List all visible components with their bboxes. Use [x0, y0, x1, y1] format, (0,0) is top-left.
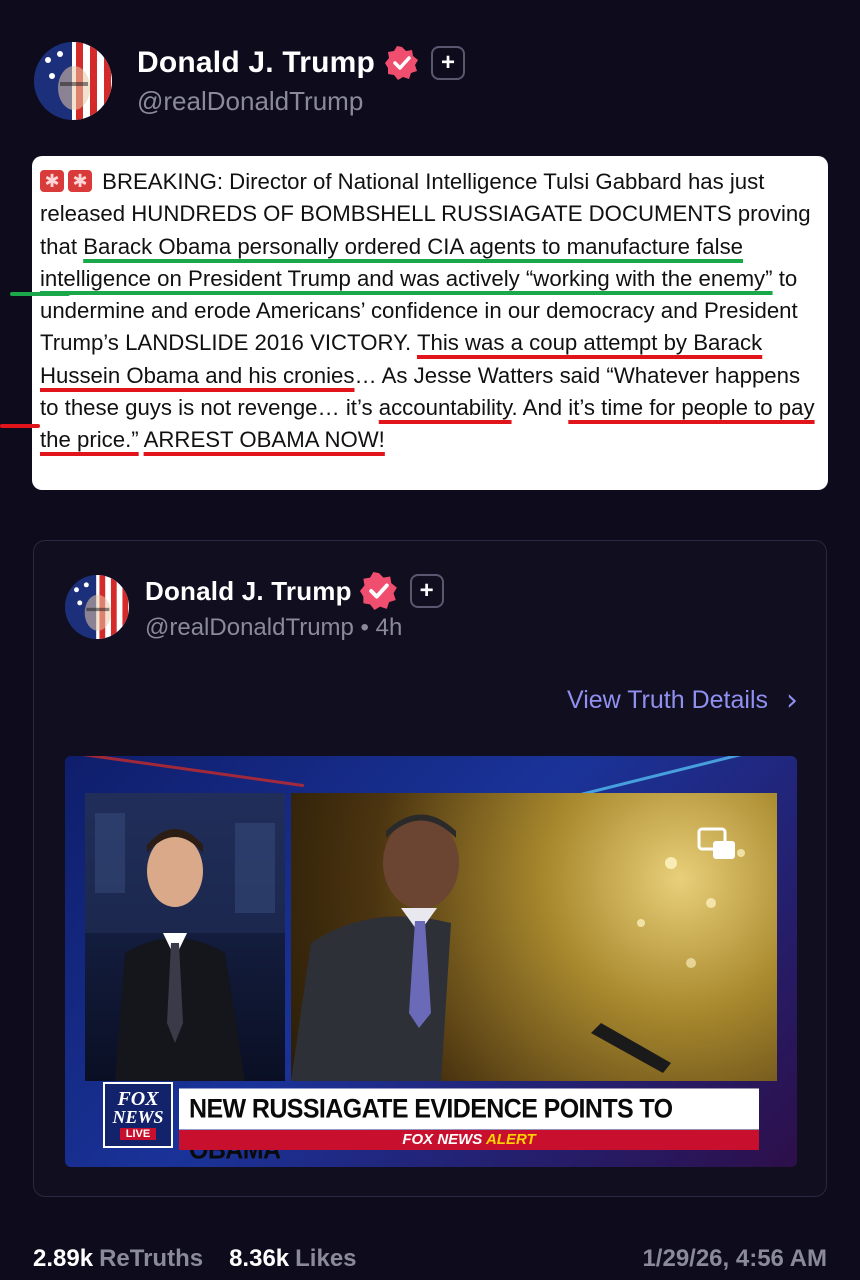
- post-body: BREAKING: Director of National Intellige…: [40, 165, 820, 457]
- picture-in-picture-icon[interactable]: [697, 827, 737, 861]
- news-headline: NEW RUSSIAGATE EVIDENCE POINTS TO OBAMA: [179, 1088, 759, 1165]
- anchor-figure: [85, 793, 285, 1081]
- video-frame-right: [291, 793, 777, 1081]
- retruths-label[interactable]: ReTruths: [99, 1245, 203, 1273]
- avatar-image: [65, 575, 129, 639]
- quoted-truth-card[interactable]: Donald J. Trump + @realDonaldTrump • 4h …: [33, 540, 827, 1197]
- verified-badge-icon: [385, 45, 419, 80]
- post-text-segment: . And: [511, 395, 569, 421]
- post-timestamp: 1/29/26, 4:56 AM: [642, 1245, 827, 1272]
- fox-news-live-logo: FOX NEWS LIVE: [103, 1082, 173, 1148]
- highlight-green: Barack Obama personally ordered CIA agen…: [40, 233, 773, 291]
- avatar[interactable]: [65, 575, 129, 639]
- news-lower-third: FOX NEWS LIVE NEW RUSSIAGATE EVIDENCE PO…: [103, 1082, 759, 1165]
- post-stats: 2.89k ReTruths 8.36k Likes: [33, 1245, 357, 1273]
- chevron-right-icon: ›: [786, 683, 798, 718]
- avatar[interactable]: [34, 42, 112, 120]
- siren-icon: [40, 165, 64, 197]
- truth-plus-icon: +: [409, 574, 444, 608]
- siren-icon: [68, 165, 92, 197]
- view-details-label: View Truth Details: [566, 686, 768, 714]
- card-author[interactable]: Donald J. Trump + @realDonaldTrump • 4h: [65, 572, 444, 642]
- truth-post-page: Donald J. Trump + @realDonaldTrump BREAK…: [0, 0, 860, 1280]
- author-name[interactable]: Donald J. Trump: [137, 46, 375, 80]
- post-text-image: BREAKING: Director of National Intellige…: [32, 156, 828, 490]
- view-truth-details-link[interactable]: View Truth Details ›: [567, 683, 798, 718]
- likes-label[interactable]: Likes: [295, 1245, 356, 1273]
- highlight-red: ARREST OBAMA NOW!: [143, 427, 385, 453]
- retruths-count[interactable]: 2.89k: [33, 1245, 93, 1273]
- verified-badge-icon: [359, 572, 397, 610]
- author-handle[interactable]: @realDonaldTrump: [137, 86, 465, 117]
- likes-count[interactable]: 8.36k: [229, 1245, 289, 1273]
- annotation-stroke: [0, 424, 40, 428]
- author-name[interactable]: Donald J. Trump: [145, 576, 352, 607]
- annotation-stroke: [10, 292, 70, 296]
- highlight-red: accountability: [378, 395, 512, 421]
- truth-plus-icon: +: [431, 45, 466, 80]
- avatar-image: [34, 42, 112, 120]
- video-player[interactable]: FOX NEWS LIVE NEW RUSSIAGATE EVIDENCE PO…: [65, 756, 797, 1167]
- video-frame-left: [85, 793, 285, 1081]
- author-handle-time[interactable]: @realDonaldTrump • 4h: [145, 614, 444, 642]
- post-author[interactable]: Donald J. Trump + @realDonaldTrump: [34, 42, 466, 120]
- news-alert-bar: FOX NEWS ALERT: [179, 1130, 759, 1150]
